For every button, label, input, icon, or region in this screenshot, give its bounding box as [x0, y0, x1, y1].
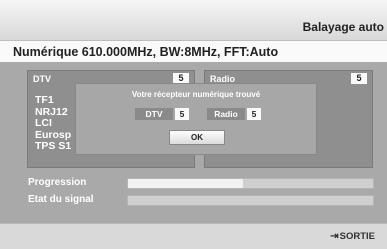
- progress-label: Progression: [28, 177, 87, 188]
- page-title: Balayage auto: [302, 20, 384, 34]
- exit-button[interactable]: ⇥SORTIE: [330, 231, 375, 242]
- exit-icon: ⇥: [330, 231, 339, 242]
- scan-result-dialog: Votre récepteur numérique trouvé DTV 5 R…: [75, 83, 317, 155]
- frequency-info-bar: Numérique 610.000MHz, BW:8MHz, FFT:Auto: [0, 40, 387, 63]
- radio-count: 5: [351, 73, 367, 84]
- dialog-radio-count: 5: [247, 108, 261, 120]
- dtv-panel-label: DTV: [33, 74, 51, 84]
- progress-bar: [127, 178, 374, 189]
- list-item: LCI: [35, 117, 52, 129]
- header-bar: Balayage auto: [0, 0, 387, 40]
- progress-bar-fill: [128, 179, 244, 188]
- frequency-info-text: Numérique 610.000MHz, BW:8MHz, FFT:Auto: [13, 45, 279, 59]
- ok-button[interactable]: OK: [169, 130, 225, 145]
- exit-label: SORTIE: [339, 231, 375, 242]
- dialog-radio-label: Radio: [207, 108, 245, 120]
- list-item: TPS S1: [35, 140, 72, 152]
- dtv-channel-list: TF1 NRJ12 LCI Eurosp TPS S1: [35, 94, 72, 153]
- signal-label: Etat du signal: [28, 194, 94, 205]
- footer-bar: ⇥SORTIE: [0, 223, 387, 249]
- list-item: TF1: [35, 94, 54, 106]
- dialog-dtv-label: DTV: [135, 108, 173, 120]
- dialog-dtv-count: 5: [175, 108, 189, 120]
- signal-bar: [127, 195, 374, 206]
- dialog-message: Votre récepteur numérique trouvé: [131, 90, 261, 99]
